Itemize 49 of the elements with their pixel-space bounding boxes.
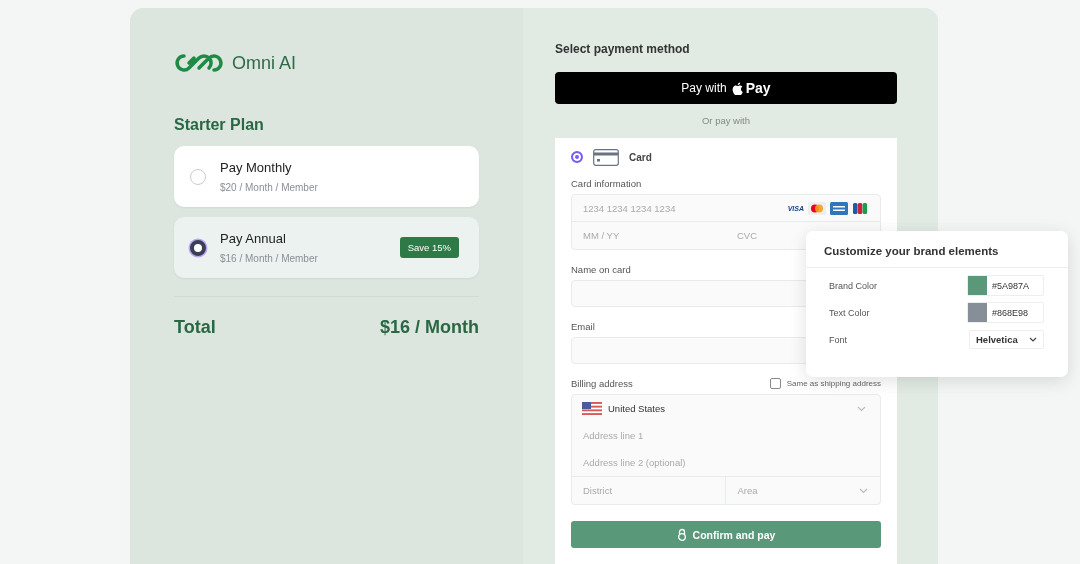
setting-label: Brand Color — [829, 280, 878, 291]
brand-name: Omni AI — [232, 52, 297, 74]
lock-icon — [676, 528, 687, 541]
payment-title: Select payment method — [555, 42, 691, 56]
field-label: Name on card — [571, 264, 632, 275]
option-price: $16 / Month / Member — [220, 253, 319, 264]
address-line-field[interactable]: Address line 2 (optional) — [572, 449, 880, 476]
field-label: Card information — [571, 178, 643, 189]
plan-title: Starter Plan — [174, 116, 265, 134]
country-select[interactable]: United States — [572, 395, 880, 422]
card-number-field[interactable]: 1234 1234 1234 1234 — [572, 202, 788, 214]
expiry-field[interactable]: MM / YY — [572, 222, 726, 249]
jcb-icon — [852, 201, 868, 215]
field-label: Email — [571, 321, 596, 332]
checkbox-label: Same as shipping address — [786, 379, 881, 388]
method-label: Card — [629, 151, 652, 163]
savings-badge: Save 15% — [399, 237, 459, 258]
address-line-field[interactable]: Address line 1 — [572, 422, 880, 449]
chevron-down-icon — [857, 405, 866, 412]
plan-option[interactable]: Pay Annual $16 / Month / Member Save 15% — [174, 217, 479, 278]
chevron-down-icon — [1029, 337, 1037, 342]
color-field[interactable]: #5A987A — [967, 275, 1044, 296]
color-field[interactable]: #868E98 — [967, 302, 1044, 323]
field-label: Billing address — [571, 378, 633, 389]
option-name: Pay Annual — [220, 231, 287, 246]
flag-icon — [582, 402, 602, 415]
amex-icon — [830, 201, 848, 215]
apple-pay-button[interactable]: Pay with Pay — [555, 72, 897, 104]
setting-label: Font — [829, 334, 847, 345]
radio-button[interactable] — [190, 239, 206, 256]
district-field[interactable]: District — [572, 477, 725, 504]
total-value: $16 / Month — [380, 317, 479, 338]
checkbox[interactable] — [769, 378, 781, 389]
option-name: Pay Monthly — [220, 160, 293, 175]
plan-option[interactable]: Pay Monthly $20 / Month / Member — [174, 146, 479, 207]
radio-button[interactable] — [571, 151, 583, 163]
credit-card-icon — [593, 148, 619, 166]
color-swatch[interactable] — [968, 303, 987, 322]
color-swatch[interactable] — [968, 276, 987, 295]
total-label: Total — [174, 317, 216, 338]
font-select[interactable]: Helvetica — [969, 330, 1044, 349]
option-price: $20 / Month / Member — [220, 182, 319, 193]
divider-text: Or pay with — [700, 115, 751, 126]
mastercard-icon — [808, 201, 826, 215]
logo-icon — [174, 53, 224, 73]
setting-label: Text Color — [829, 307, 870, 318]
apple-icon — [731, 81, 743, 95]
popover-title: Customize your brand elements — [806, 231, 1068, 268]
chevron-down-icon — [859, 487, 868, 494]
